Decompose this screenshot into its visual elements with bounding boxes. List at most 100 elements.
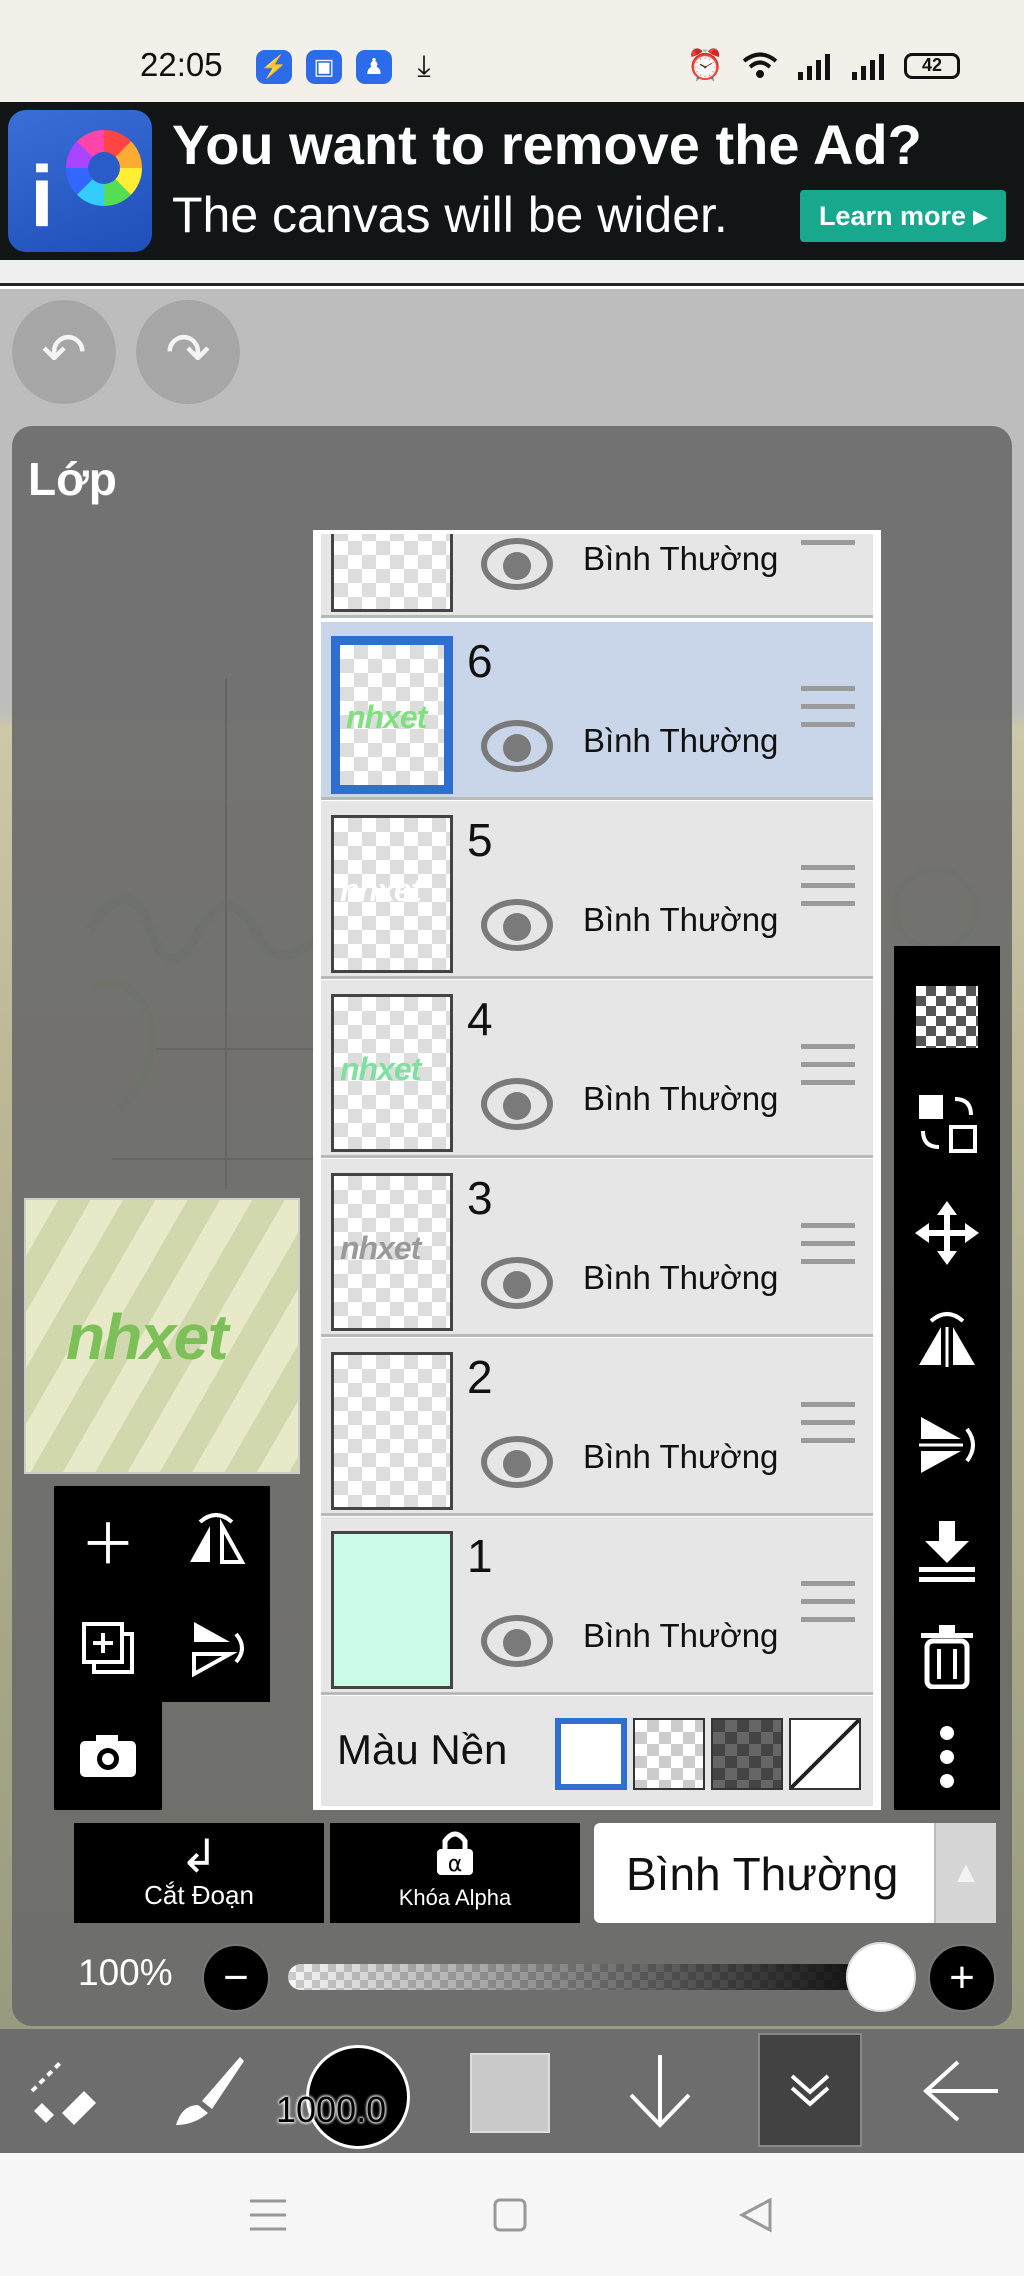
opacity-slider[interactable] — [288, 1964, 908, 1990]
add-layer-button[interactable]: ＋ — [54, 1486, 162, 1594]
drag-handle-icon[interactable] — [801, 534, 855, 550]
canvas-preview[interactable]: nhxet — [24, 1198, 300, 1474]
bg-white-swatch[interactable] — [555, 1718, 627, 1790]
bg-dark-check-swatch[interactable] — [711, 1718, 783, 1790]
drag-handle-icon[interactable] — [801, 1223, 855, 1269]
camera-button[interactable] — [54, 1702, 162, 1810]
home-icon[interactable] — [478, 2183, 542, 2247]
layer-blend-mode: Bình Thường — [583, 540, 779, 577]
rotate-flip-vertical-button[interactable] — [894, 1392, 1000, 1498]
menu-icon[interactable] — [236, 2183, 300, 2247]
add-copy-layer-button[interactable] — [54, 1594, 162, 1702]
flip-horizontal-button[interactable] — [162, 1486, 270, 1594]
blend-mode-select[interactable]: Bình Thường ▲ — [594, 1823, 996, 1923]
undo-button[interactable]: ↶ — [12, 300, 116, 404]
move-button[interactable] — [894, 1180, 1000, 1286]
brush-tool-button[interactable] — [158, 2029, 258, 2153]
layer-number: 2 — [467, 1351, 493, 1403]
delete-layer-button[interactable] — [894, 1604, 1000, 1710]
layer-row[interactable]: Bình Thường — [321, 534, 873, 618]
swap-layers-button[interactable] — [894, 1070, 1000, 1176]
status-bar: 22:05 ⚡ ▣ ♟ ⤓ ⏰ 42 — [0, 0, 1024, 102]
flip-vertical-button[interactable] — [162, 1594, 270, 1702]
trash-icon — [921, 1625, 973, 1689]
visibility-eye-icon[interactable] — [481, 720, 553, 772]
app-logo-icon: i — [8, 110, 152, 252]
layer-thumbnail[interactable]: nhxet — [331, 994, 453, 1152]
layer-thumbnail[interactable]: nhxet — [331, 815, 453, 973]
chevron-double-down-icon — [790, 2074, 830, 2107]
visibility-eye-icon[interactable] — [481, 538, 553, 590]
brush-icon — [176, 2057, 244, 2125]
opacity-increase-button[interactable]: + — [928, 1944, 996, 2012]
background-label: Màu Nền — [337, 1726, 508, 1773]
bg-transparent-swatch[interactable] — [633, 1718, 705, 1790]
bottom-toolbar: 1000.0 — [0, 2029, 1024, 2153]
more-options-button[interactable] — [894, 1704, 1000, 1810]
learn-more-button[interactable]: Learn more ▸ — [800, 190, 1006, 242]
clipping-button[interactable]: ↲ Cắt Đoạn — [74, 1823, 324, 1923]
swap-layers-icon — [919, 1095, 977, 1153]
transform-tool-button[interactable] — [12, 2029, 112, 2153]
signal-icon — [852, 53, 884, 80]
layer-blend-mode: Bình Thường — [583, 1438, 779, 1475]
notification-icons: ⚡ ▣ ♟ ⤓ — [256, 50, 442, 84]
layer-row[interactable]: nhxet 3 Bình Thường — [321, 1159, 873, 1337]
opacity-value: 100% — [78, 1952, 173, 1993]
drag-handle-icon[interactable] — [801, 1044, 855, 1090]
layer-thumbnail[interactable] — [331, 534, 453, 612]
visibility-eye-icon[interactable] — [481, 1615, 553, 1667]
merge-down-button[interactable] — [894, 1498, 1000, 1604]
bg-none-swatch[interactable] — [789, 1718, 861, 1790]
layer-row[interactable]: 1 Bình Thường — [321, 1517, 873, 1695]
drag-handle-icon[interactable] — [801, 865, 855, 911]
visibility-eye-icon[interactable] — [481, 1257, 553, 1309]
layer-row[interactable]: nhxet 6 Bình Thường — [321, 622, 873, 800]
redo-button[interactable]: ↷ — [136, 300, 240, 404]
layer-tools-grid: ＋ — [54, 1486, 270, 1702]
background-color-row: Màu Nền — [321, 1696, 873, 1806]
back-triangle-icon[interactable] — [724, 2183, 788, 2247]
alpha-lock-button[interactable]: α Khóa Alpha — [330, 1823, 580, 1923]
chevron-up-icon[interactable]: ▲ — [934, 1823, 996, 1923]
rotate-flip-horizontal-button[interactable] — [894, 1286, 1000, 1392]
drag-handle-icon[interactable] — [801, 1581, 855, 1627]
lock-icon: α — [330, 1829, 580, 1888]
signal-icon — [798, 53, 830, 80]
visibility-eye-icon[interactable] — [481, 1078, 553, 1130]
color-picker-swatch[interactable] — [470, 2053, 550, 2133]
move-icon — [915, 1201, 979, 1265]
layer-blend-mode: Bình Thường — [583, 1617, 779, 1654]
arrow-down-icon — [629, 2055, 691, 2128]
flip-vertical-icon — [192, 1622, 244, 1678]
layer-row[interactable]: nhxet 5 Bình Thường — [321, 801, 873, 979]
arrow-down-button[interactable] — [610, 2029, 710, 2153]
opacity-decrease-button[interactable]: − — [202, 1944, 270, 2012]
messenger-icon: ⚡ — [256, 50, 292, 84]
ad-banner[interactable]: i You want to remove the Ad? The canvas … — [0, 102, 1024, 260]
drag-handle-icon[interactable] — [801, 1402, 855, 1448]
ad-subline: The canvas will be wider. — [172, 187, 728, 243]
back-button[interactable] — [910, 2029, 1010, 2153]
camera-icon — [54, 1702, 162, 1810]
drag-handle-icon[interactable] — [801, 686, 855, 732]
visibility-eye-icon[interactable] — [481, 899, 553, 951]
layer-blend-mode: Bình Thường — [583, 722, 779, 759]
layer-row[interactable]: 2 Bình Thường — [321, 1338, 873, 1516]
layer-thumbnail[interactable]: nhxet — [331, 1173, 453, 1331]
opacity-slider-handle[interactable] — [846, 1942, 916, 2012]
panel-title: Lớp — [28, 453, 117, 505]
brush-size-value: 1000.0 — [276, 2089, 387, 2130]
layer-thumbnail[interactable] — [331, 1352, 453, 1510]
arrow-left-icon — [923, 2060, 998, 2122]
transform-eraser-icon — [30, 2059, 96, 2125]
color-wheel-icon — [66, 130, 142, 206]
layer-thumbnail[interactable]: nhxet — [331, 636, 453, 794]
transparency-button[interactable] — [894, 964, 1000, 1070]
layer-thumbnail[interactable] — [331, 1531, 453, 1689]
visibility-eye-icon[interactable] — [481, 1436, 553, 1488]
layer-row[interactable]: nhxet 4 Bình Thường — [321, 980, 873, 1158]
layer-list[interactable]: Bình Thường nhxet 6 Bình Thường nhxet 5 … — [313, 530, 881, 1810]
system-icons: ⏰ 42 — [687, 48, 960, 83]
layers-toggle-button[interactable] — [758, 2033, 862, 2147]
